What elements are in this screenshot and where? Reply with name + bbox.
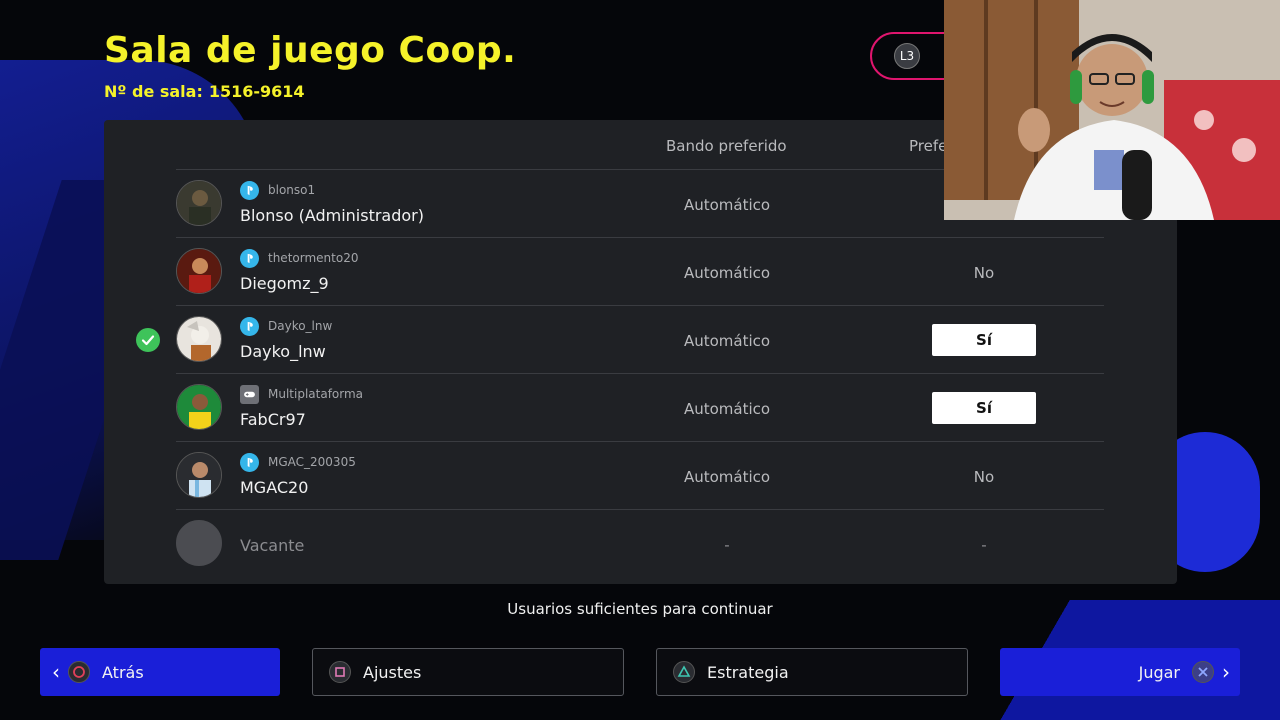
player-row-vacant[interactable]: Vacante - - [176, 509, 1104, 577]
room-number-value: 1516-9614 [208, 82, 305, 101]
room-number: Nº de sala: 1516-9614 [104, 82, 305, 101]
chevron-left-icon: ‹ [52, 660, 60, 684]
player-side: Automático [683, 400, 771, 418]
page-title: Sala de juego Coop. [104, 30, 517, 71]
column-header-pref: Prefe [909, 137, 948, 155]
gamepad-icon [240, 385, 259, 404]
player-name: MGAC20 [240, 478, 309, 497]
player-row[interactable]: MGAC_200305 MGAC20 Automático No [176, 441, 1104, 509]
chevron-right-icon: › [1222, 660, 1230, 684]
settings-label: Ajustes [363, 662, 422, 682]
avatar [176, 452, 222, 498]
player-side: - [724, 536, 730, 554]
room-number-label: Nº de sala: [104, 82, 203, 101]
strategy-label: Estrategia [707, 662, 789, 682]
player-name: FabCr97 [240, 410, 306, 429]
square-button-icon [329, 661, 351, 683]
player-side: Automático [683, 264, 771, 282]
status-message: Usuarios suficientes para continuar [507, 600, 773, 618]
player-row[interactable]: thetormento20 Diegomz_9 Automático No [176, 237, 1104, 305]
avatar-placeholder [176, 520, 222, 566]
player-user-id: Multiplataforma [268, 387, 364, 401]
player-user-id: MGAC_200305 [268, 455, 356, 469]
strategy-button[interactable]: Estrategia [656, 648, 968, 696]
settings-button[interactable]: Ajustes [312, 648, 624, 696]
player-side: Automático [683, 196, 771, 214]
player-pref-button[interactable]: Sí [932, 324, 1036, 356]
player-name: Diegomz_9 [240, 274, 329, 293]
player-pref: No [973, 264, 995, 282]
player-pref-button[interactable]: Sí [932, 392, 1036, 424]
player-user-id: Dayko_lnw [268, 319, 333, 333]
back-label: Atrás [102, 662, 144, 682]
l3-button-icon: L3 [894, 43, 920, 69]
player-side: Automático [683, 468, 771, 486]
player-row[interactable]: Dayko_lnw Dayko_lnw Automático Sí [176, 305, 1104, 373]
playstation-icon [240, 249, 259, 268]
play-label: Jugar [1138, 662, 1180, 682]
player-pref: No [973, 468, 995, 486]
player-name: Vacante [240, 536, 305, 555]
webcam-overlay [944, 0, 1280, 220]
cross-button-icon [1192, 661, 1214, 683]
column-header-side: Bando preferido [666, 137, 787, 155]
play-button[interactable]: Jugar › [1000, 648, 1240, 696]
player-name: Blonso (Administrador) [240, 206, 424, 225]
avatar [176, 384, 222, 430]
playstation-icon [240, 317, 259, 336]
player-pref: - [981, 536, 987, 554]
playstation-icon [240, 453, 259, 472]
avatar [176, 248, 222, 294]
player-side: Automático [683, 332, 771, 350]
avatar [176, 180, 222, 226]
player-user-id: thetormento20 [268, 251, 359, 265]
back-button[interactable]: ‹ Atrás [40, 648, 280, 696]
triangle-button-icon [673, 661, 695, 683]
playstation-icon [240, 181, 259, 200]
player-user-id: blonso1 [268, 183, 316, 197]
circle-button-icon [68, 661, 90, 683]
player-row[interactable]: Multiplataforma FabCr97 Automático Sí [176, 373, 1104, 441]
ready-check-icon [136, 328, 160, 352]
avatar [176, 316, 222, 362]
player-name: Dayko_lnw [240, 342, 326, 361]
